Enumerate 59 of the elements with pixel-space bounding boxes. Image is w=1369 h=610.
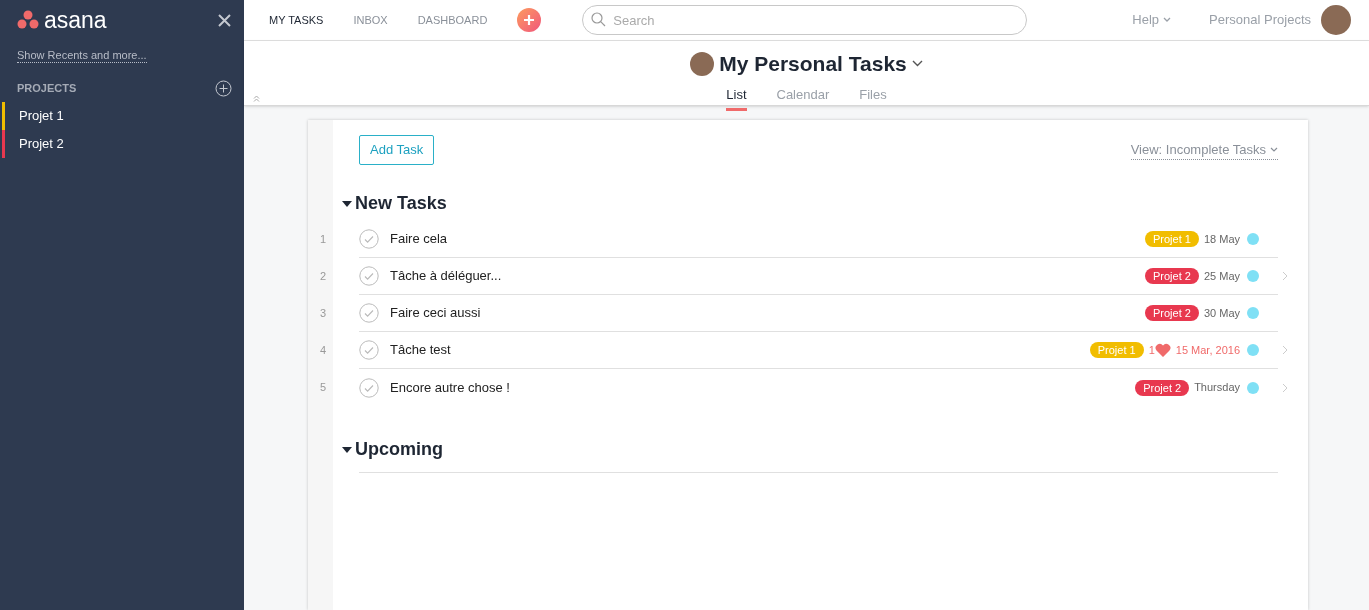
- section-heading: Upcoming: [355, 438, 443, 461]
- view-tab[interactable]: Calendar: [776, 82, 830, 111]
- task-title[interactable]: Encore autre chose !: [390, 377, 1136, 398]
- caret-icon[interactable]: [342, 446, 352, 453]
- avatar[interactable]: [1321, 5, 1351, 35]
- chevron-right-icon[interactable]: [1282, 382, 1288, 393]
- show-recents-link[interactable]: Show Recents and more...: [17, 49, 147, 63]
- view-tab[interactable]: List: [726, 82, 747, 111]
- due-date: 15 Mar, 2016: [1175, 342, 1240, 358]
- task-title[interactable]: Faire ceci aussi: [390, 303, 1145, 323]
- chevron-right-icon[interactable]: [1282, 345, 1288, 355]
- complete-check-icon[interactable]: [359, 266, 379, 286]
- nav-link[interactable]: DASHBOARD: [417, 11, 488, 29]
- close-icon[interactable]: [218, 13, 231, 27]
- project-tag[interactable]: Projet 2: [1145, 268, 1199, 284]
- view-filter[interactable]: View: Incomplete Tasks: [1130, 139, 1278, 161]
- nav-link[interactable]: INBOX: [353, 11, 388, 29]
- row-number: 2: [318, 268, 328, 284]
- task-title[interactable]: Tâche à déléguer...: [390, 266, 1145, 286]
- task-title[interactable]: Tâche test: [390, 340, 1090, 360]
- avatar: [690, 51, 715, 76]
- collapse-icon[interactable]: [253, 95, 260, 102]
- chevron-right-icon[interactable]: [1282, 271, 1288, 281]
- plus-icon: [523, 14, 536, 26]
- complete-check-icon[interactable]: [359, 377, 379, 398]
- chevron-down-icon: [1270, 146, 1278, 153]
- add-task-button[interactable]: Add Task: [359, 135, 435, 165]
- chevron-down-icon[interactable]: [911, 60, 923, 68]
- nav-link[interactable]: MY TASKS: [269, 11, 324, 29]
- help-menu[interactable]: Help: [1132, 10, 1172, 30]
- heart-icon[interactable]: [1154, 343, 1171, 357]
- complete-check-icon[interactable]: [359, 340, 379, 360]
- due-date: 25 May: [1203, 268, 1240, 284]
- row-number: 4: [318, 342, 328, 358]
- quick-add-button[interactable]: [517, 8, 542, 32]
- row-number: 3: [318, 305, 328, 321]
- projects-heading: PROJECTS: [17, 81, 77, 97]
- logo-text: asana: [44, 8, 107, 32]
- heart-count: 1: [1148, 342, 1155, 358]
- project-tag[interactable]: Projet 2: [1145, 305, 1199, 321]
- complete-check-icon[interactable]: [359, 229, 379, 249]
- section-heading: New Tasks: [355, 192, 447, 215]
- complete-check-icon[interactable]: [359, 303, 379, 323]
- view-tab[interactable]: Files: [859, 82, 887, 111]
- due-date: Thursday: [1194, 380, 1240, 396]
- logo-icon: [17, 10, 39, 30]
- workspace-name[interactable]: Personal Projects: [1209, 10, 1311, 30]
- search-field[interactable]: Search: [582, 5, 1028, 35]
- page-title: My Personal Tasks: [719, 51, 907, 77]
- chevron-down-icon: [1163, 17, 1172, 23]
- project-tag[interactable]: Projet 2: [1135, 379, 1190, 396]
- due-date: 30 May: [1203, 305, 1240, 321]
- due-date: 18 May: [1203, 231, 1240, 247]
- row-number: 5: [318, 380, 328, 396]
- caret-icon[interactable]: [342, 200, 352, 207]
- row-number: 1: [318, 231, 328, 247]
- task-title[interactable]: Faire cela: [390, 229, 1145, 249]
- search-icon: [591, 12, 607, 27]
- add-project-icon[interactable]: [215, 80, 232, 97]
